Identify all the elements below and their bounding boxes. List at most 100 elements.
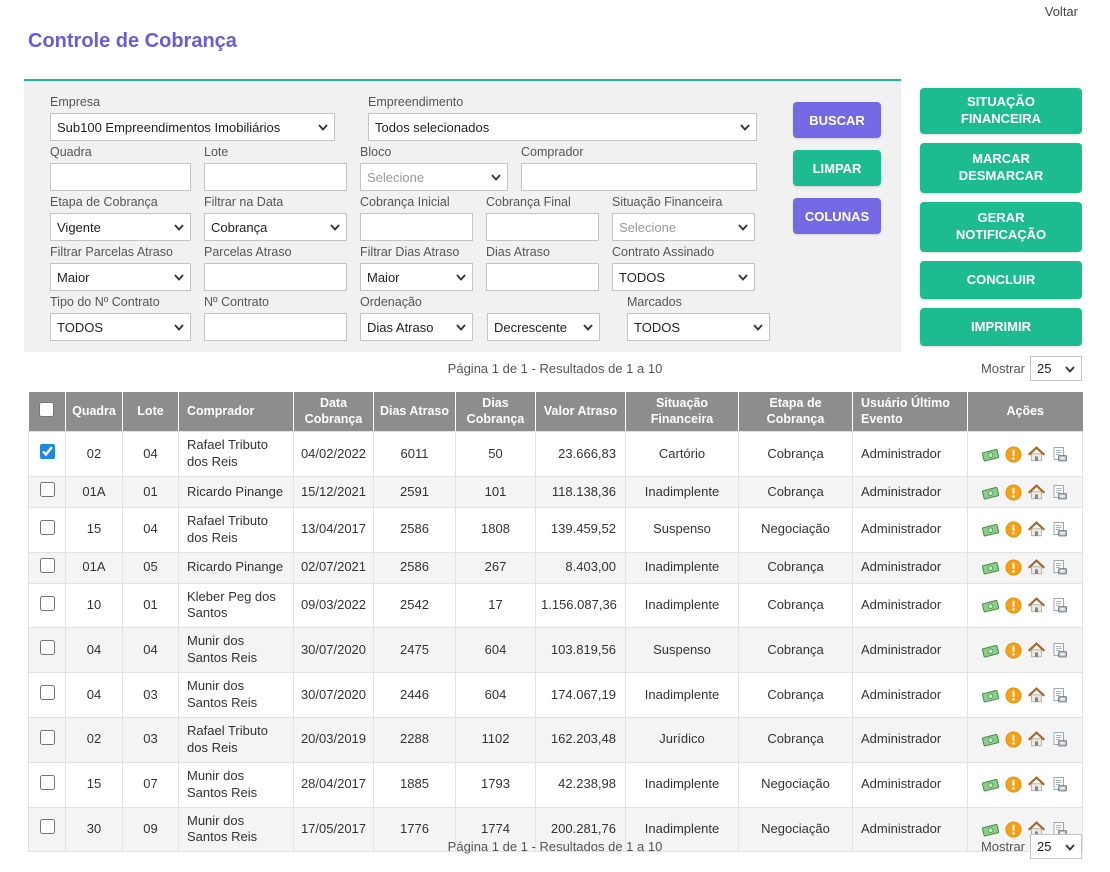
- page-size-select[interactable]: 25: [1030, 834, 1082, 859]
- field-lote: Lote: [204, 145, 347, 191]
- house-icon[interactable]: [1028, 521, 1045, 538]
- page-title: Controle de Cobrança: [28, 30, 237, 53]
- field-filtrar-parcelas-atraso: Filtrar Parcelas Atraso Maior: [50, 245, 191, 291]
- alert-icon[interactable]: [1005, 446, 1022, 463]
- imprimir-button[interactable]: IMPRIMIR: [920, 308, 1082, 346]
- contrato-assinado-select[interactable]: TODOS: [612, 263, 755, 291]
- money-icon[interactable]: [982, 687, 999, 704]
- etapa-cobranca-select[interactable]: Vigente: [50, 213, 191, 241]
- print-document-icon[interactable]: [1051, 484, 1068, 501]
- house-icon[interactable]: [1028, 446, 1045, 463]
- house-icon[interactable]: [1028, 559, 1045, 576]
- col-etapa-cobranca: Etapa de Cobrança: [739, 392, 853, 432]
- dias-atraso-input[interactable]: [486, 263, 599, 291]
- field-ordenacao: Ordenação Dias Atraso Decrescente: [360, 295, 600, 341]
- gerar-notificacao-button[interactable]: GERAR NOTIFICAÇÃO: [920, 202, 1082, 252]
- row-checkbox[interactable]: [40, 685, 55, 700]
- cobranca-inicial-input[interactable]: [360, 213, 473, 241]
- quadra-label: Quadra: [50, 145, 191, 160]
- cell-dias-cobranca: 50: [456, 432, 536, 477]
- parcelas-atraso-input[interactable]: [204, 263, 347, 291]
- cell-etapa-cobranca: Cobrança: [739, 628, 853, 673]
- print-document-icon[interactable]: [1051, 521, 1068, 538]
- empresa-select[interactable]: Sub100 Empreendimentos Imobiliários: [50, 113, 335, 141]
- print-document-icon[interactable]: [1051, 687, 1068, 704]
- cell-quadra: 15: [66, 762, 123, 807]
- row-checkbox[interactable]: [40, 520, 55, 535]
- num-contrato-input[interactable]: [204, 313, 347, 341]
- lote-input[interactable]: [204, 163, 347, 191]
- concluir-button[interactable]: CONCLUIR: [920, 261, 1082, 299]
- row-checkbox[interactable]: [40, 775, 55, 790]
- page-size-select[interactable]: 25: [1030, 356, 1082, 381]
- alert-icon[interactable]: [1005, 642, 1022, 659]
- alert-icon[interactable]: [1005, 687, 1022, 704]
- field-comprador: Comprador: [521, 145, 757, 191]
- money-icon[interactable]: [982, 484, 999, 501]
- row-checkbox[interactable]: [40, 596, 55, 611]
- cell-acoes: [968, 583, 1083, 628]
- cell-valor-atraso: 103.819,56: [536, 628, 626, 673]
- cell-quadra: 02: [66, 432, 123, 477]
- select-all-checkbox[interactable]: [39, 402, 54, 417]
- house-icon[interactable]: [1028, 642, 1045, 659]
- alert-icon[interactable]: [1005, 731, 1022, 748]
- row-checkbox[interactable]: [40, 730, 55, 745]
- cell-lote: 04: [123, 628, 179, 673]
- limpar-button[interactable]: LIMPAR: [793, 150, 881, 186]
- bloco-select[interactable]: Selecione: [360, 163, 508, 191]
- quadra-input[interactable]: [50, 163, 191, 191]
- house-icon[interactable]: [1028, 731, 1045, 748]
- print-document-icon[interactable]: [1051, 597, 1068, 614]
- marcados-select[interactable]: TODOS: [627, 313, 770, 341]
- money-icon[interactable]: [982, 776, 999, 793]
- filtrar-dias-atraso-select[interactable]: Maior: [360, 263, 473, 291]
- ordenacao-campo-select[interactable]: Dias Atraso: [360, 313, 473, 341]
- filtrar-parcelas-atraso-select[interactable]: Maior: [50, 263, 191, 291]
- money-icon[interactable]: [982, 642, 999, 659]
- empreendimento-select[interactable]: Todos selecionados: [368, 113, 757, 141]
- alert-icon[interactable]: [1005, 559, 1022, 576]
- field-cobranca-inicial: Cobrança Inicial: [360, 195, 473, 241]
- print-document-icon[interactable]: [1051, 446, 1068, 463]
- money-icon[interactable]: [982, 731, 999, 748]
- money-icon[interactable]: [982, 521, 999, 538]
- house-icon[interactable]: [1028, 776, 1045, 793]
- cell-etapa-cobranca: Cobrança: [739, 432, 853, 477]
- print-document-icon[interactable]: [1051, 642, 1068, 659]
- situacao-financeira-select[interactable]: Selecione: [612, 213, 755, 241]
- alert-icon[interactable]: [1005, 484, 1022, 501]
- etapa-cobranca-label: Etapa de Cobrança: [50, 195, 191, 210]
- house-icon[interactable]: [1028, 597, 1045, 614]
- alert-icon[interactable]: [1005, 776, 1022, 793]
- money-icon[interactable]: [982, 446, 999, 463]
- alert-icon[interactable]: [1005, 597, 1022, 614]
- money-icon[interactable]: [982, 559, 999, 576]
- filtrar-dias-atraso-label: Filtrar Dias Atraso: [360, 245, 473, 260]
- table-body: 0204Rafael Tributo dos Reis04/02/2022601…: [29, 432, 1083, 852]
- print-document-icon[interactable]: [1051, 776, 1068, 793]
- ordenacao-direcao-select[interactable]: Decrescente: [487, 313, 600, 341]
- field-tipo-contrato: Tipo do Nº Contrato TODOS: [50, 295, 191, 341]
- print-document-icon[interactable]: [1051, 559, 1068, 576]
- money-icon[interactable]: [982, 597, 999, 614]
- house-icon[interactable]: [1028, 484, 1045, 501]
- row-checkbox[interactable]: [40, 444, 55, 459]
- row-checkbox[interactable]: [40, 640, 55, 655]
- filtrar-na-data-select[interactable]: Cobrança: [204, 213, 347, 241]
- print-document-icon[interactable]: [1051, 731, 1068, 748]
- tipo-contrato-select[interactable]: TODOS: [50, 313, 191, 341]
- row-checkbox[interactable]: [40, 482, 55, 497]
- house-icon[interactable]: [1028, 687, 1045, 704]
- cobranca-final-input[interactable]: [486, 213, 599, 241]
- row-checkbox[interactable]: [40, 558, 55, 573]
- marcar-desmarcar-button[interactable]: MARCAR DESMARCAR: [920, 143, 1082, 193]
- alert-icon[interactable]: [1005, 521, 1022, 538]
- buscar-button[interactable]: BUSCAR: [793, 102, 881, 138]
- back-link[interactable]: Voltar: [1045, 4, 1078, 19]
- dias-atraso-label: Dias Atraso: [486, 245, 599, 260]
- comprador-input[interactable]: [521, 163, 757, 191]
- situacao-financeira-button[interactable]: SITUAÇÃO FINANCEIRA: [920, 88, 1082, 134]
- cell-acoes: [968, 717, 1083, 762]
- colunas-button[interactable]: COLUNAS: [793, 198, 881, 234]
